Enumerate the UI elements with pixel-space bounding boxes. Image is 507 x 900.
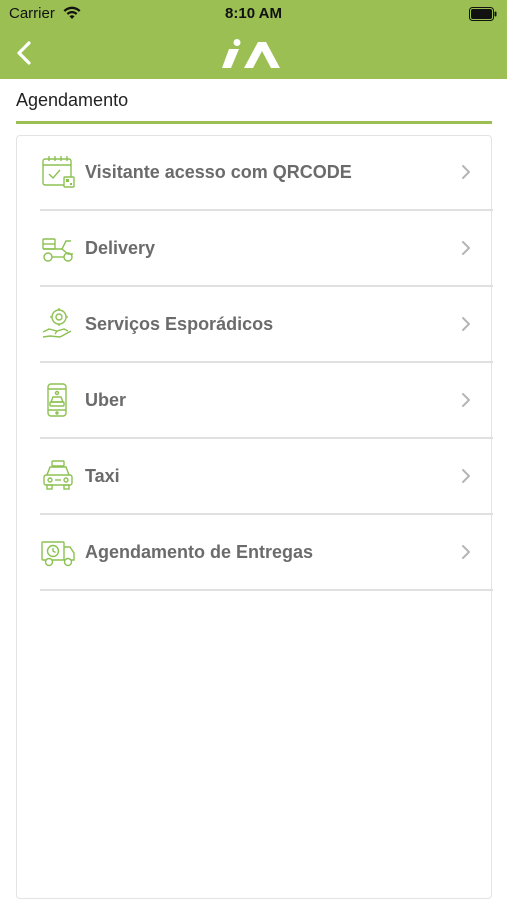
menu-item-label: Taxi — [85, 466, 120, 486]
calendar-qr-icon — [40, 154, 76, 190]
clock: 8:10 AM — [225, 5, 282, 22]
chevron-right-icon — [461, 316, 471, 337]
battery-icon — [469, 7, 497, 26]
chevron-right-icon — [461, 544, 471, 565]
menu-item-agendamento-entregas[interactable]: Agendamento de Entregas — [40, 516, 493, 591]
menu-item-servicos-esporadicos[interactable]: Serviços Esporádicos — [40, 288, 493, 363]
menu-item-taxi[interactable]: Taxi — [40, 440, 493, 515]
back-button[interactable] — [8, 36, 40, 70]
menu-item-label: Uber — [85, 390, 127, 410]
chevron-right-icon — [461, 164, 471, 185]
menu-item-label: Agendamento de Entregas — [85, 542, 314, 562]
chevron-right-icon — [461, 240, 471, 261]
menu-item-delivery[interactable]: Delivery — [40, 212, 493, 287]
menu-item-label: Visitante acesso com QRCODE — [85, 162, 352, 182]
menu-item-visitante-qrcode[interactable]: Visitante acesso com QRCODE — [40, 136, 493, 211]
service-hand-icon — [40, 306, 76, 342]
menu-item-uber[interactable]: Uber — [40, 364, 493, 439]
section-header: Agendamento — [16, 88, 492, 124]
taxi-icon — [40, 458, 76, 494]
menu-item-label: Serviços Esporádicos — [85, 314, 274, 334]
delivery-scooter-icon — [40, 230, 76, 266]
phone-car-icon — [40, 382, 76, 418]
menu-card: Visitante acesso com QRCODE Delivery Ser… — [16, 135, 493, 899]
menu-item-label: Delivery — [85, 238, 156, 258]
nav-bar — [0, 28, 507, 79]
status-bar: Carrier 8:10 AM — [0, 0, 507, 28]
page-title: Agendamento — [16, 90, 129, 110]
delivery-truck-icon — [40, 534, 76, 570]
chevron-right-icon — [461, 392, 471, 413]
chevron-left-icon — [17, 41, 31, 65]
app-logo — [222, 38, 286, 75]
chevron-right-icon — [461, 468, 471, 489]
